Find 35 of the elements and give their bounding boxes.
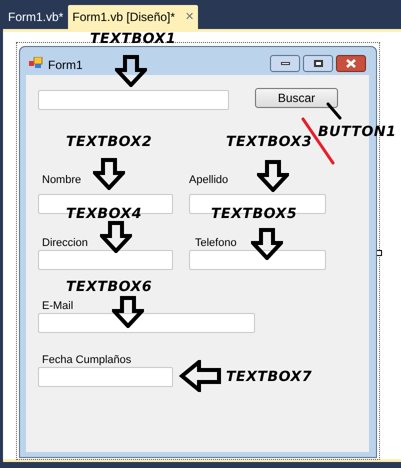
annotation-text: TEXTBOX3 bbox=[226, 135, 312, 149]
left-arrow-icon bbox=[179, 360, 221, 392]
app-icon bbox=[29, 57, 43, 69]
field-label: E-Mail bbox=[42, 299, 74, 314]
down-arrow-icon bbox=[115, 55, 147, 87]
annotation-text: TEXTBOX1 bbox=[90, 32, 176, 46]
down-arrow-icon bbox=[100, 221, 132, 253]
down-arrow-icon bbox=[251, 228, 283, 260]
annotation-text: TEXBOX4 bbox=[66, 207, 142, 221]
document-tab[interactable]: Form1.vb [Diseño]* ✕ bbox=[68, 5, 198, 29]
close-icon bbox=[346, 59, 356, 68]
window-title: Form1 bbox=[48, 57, 83, 74]
text-field[interactable] bbox=[38, 313, 255, 333]
maximize-button[interactable] bbox=[303, 55, 333, 72]
minimize-button[interactable] bbox=[270, 55, 300, 72]
field-label: Direccion bbox=[42, 236, 88, 251]
text-field[interactable] bbox=[189, 250, 326, 270]
document-tab[interactable]: Form1.vb* bbox=[3, 5, 68, 29]
field-label: Fecha Cumplaños bbox=[42, 353, 132, 368]
down-arrow-icon bbox=[112, 296, 144, 328]
text-field[interactable] bbox=[38, 90, 229, 110]
down-arrow-icon bbox=[257, 160, 289, 192]
text-field[interactable] bbox=[38, 250, 173, 270]
field-label: Telefono bbox=[195, 236, 237, 251]
annotation-text: TEXTBOX5 bbox=[211, 207, 298, 221]
field-label: Nombre bbox=[42, 173, 82, 188]
text-field[interactable] bbox=[38, 367, 173, 387]
search-button[interactable]: Buscar bbox=[255, 88, 338, 108]
annotation-text: TEXTBOX6 bbox=[66, 280, 152, 294]
down-arrow-icon bbox=[93, 158, 125, 190]
close-button[interactable] bbox=[336, 55, 366, 72]
close-icon[interactable]: ✕ bbox=[185, 8, 194, 26]
annotation-text: TEXTBOX2 bbox=[66, 135, 152, 149]
annotation-text: TEXTBOX7 bbox=[226, 370, 312, 384]
field-label: Apellido bbox=[189, 173, 228, 188]
